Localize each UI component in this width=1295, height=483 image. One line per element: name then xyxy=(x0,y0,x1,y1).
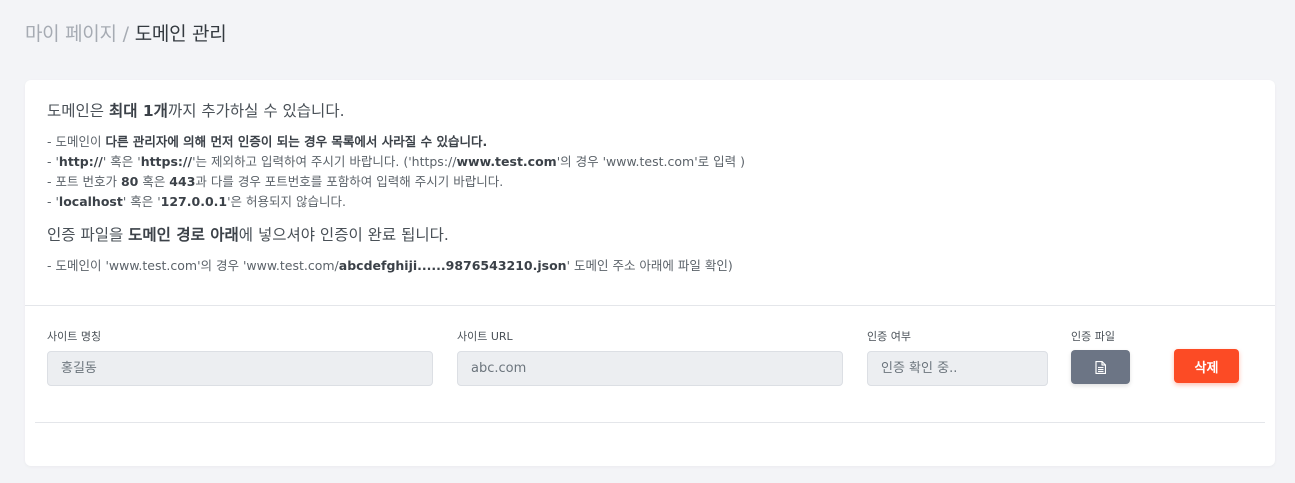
note-text: '는 제외하고 입력하여 주시기 바랍니다. ('https:// xyxy=(192,154,457,169)
note-text: - ' xyxy=(47,154,59,169)
auth-file-button[interactable] xyxy=(1071,350,1130,384)
note-item: - 포트 번호가 80 혹은 443과 다를 경우 포트번호를 포함하여 입력해… xyxy=(47,172,1255,192)
note-text: - 도메인이 'www.test.com'의 경우 'www.test.com/ xyxy=(47,258,339,273)
note-text: 혹은 xyxy=(138,174,170,189)
info-text: 인증 파일을 xyxy=(47,226,129,244)
note-item: - 'localhost' 혹은 '127.0.0.1'은 허용되지 않습니다. xyxy=(47,192,1255,212)
note-bold: 127.0.0.1 xyxy=(160,194,228,209)
info-text: 까지 추가하실 수 있습니다. xyxy=(167,102,345,120)
info-bold: 최대 1개 xyxy=(108,102,168,120)
site-name-field[interactable]: 홍길동 xyxy=(47,351,433,386)
note-text: ' 혹은 ' xyxy=(122,194,161,209)
note-item: - 'http://' 혹은 'https://'는 제외하고 입력하여 주시기… xyxy=(47,152,1255,172)
note-text: 과 다를 경우 포트번호를 포함하여 입력해 주시기 바랍니다. xyxy=(195,174,504,189)
note-text: - 포트 번호가 xyxy=(47,174,121,189)
note-text: '은 허용되지 않습니다. xyxy=(227,194,346,209)
section-divider xyxy=(25,305,1275,306)
breadcrumb-parent[interactable]: 마이 페이지 xyxy=(25,23,117,45)
site-url-field[interactable]: abc.com xyxy=(457,351,843,386)
page-title: 도메인 관리 xyxy=(134,23,227,45)
note-bold: 443 xyxy=(169,174,196,189)
note-bold: localhost xyxy=(58,194,123,209)
notes-list: - 도메인이 다른 관리자에 의해 먼저 인증이 되는 경우 목록에서 사라질 … xyxy=(47,132,1255,212)
note-item: - 도메인이 다른 관리자에 의해 먼저 인증이 되는 경우 목록에서 사라질 … xyxy=(47,132,1255,152)
note-bold: 다른 관리자에 의해 먼저 인증이 되는 경우 목록에서 사라질 수 있습니다. xyxy=(105,134,488,149)
note-text: - 도메인이 xyxy=(47,134,106,149)
info-text: 에 넣으셔야 인증이 완료 됩니다. xyxy=(238,226,449,244)
info-text: 도메인은 xyxy=(47,102,109,120)
auth-status-label: 인증 여부 xyxy=(867,330,911,343)
note-bold: abcdefghiji......9876543210.json xyxy=(338,258,567,273)
domain-card: 도메인은 최대 1개까지 추가하실 수 있습니다. - 도메인이 다른 관리자에… xyxy=(25,80,1275,466)
document-icon xyxy=(1095,360,1106,374)
info-auth-file: 인증 파일을 도메인 경로 아래에 넣으셔야 인증이 완료 됩니다. xyxy=(47,223,1255,247)
note-bold: https:// xyxy=(140,154,193,169)
info-max-domains: 도메인은 최대 1개까지 추가하실 수 있습니다. xyxy=(47,100,1255,122)
delete-button[interactable]: 삭제 xyxy=(1174,349,1239,383)
auth-file-label: 인증 파일 xyxy=(1071,330,1115,343)
note-text: '의 경우 'www.test.com'로 입력 ) xyxy=(556,154,745,169)
auth-status-field[interactable]: 인증 확인 중.. xyxy=(867,351,1048,386)
note-bold: http:// xyxy=(58,154,103,169)
breadcrumb-separator: / xyxy=(122,23,129,45)
note-item: - 도메인이 'www.test.com'의 경우 'www.test.com/… xyxy=(47,256,1255,276)
note-bold: www.test.com xyxy=(456,154,557,169)
info-section: 도메인은 최대 1개까지 추가하실 수 있습니다. - 도메인이 다른 관리자에… xyxy=(47,100,1255,276)
bottom-divider xyxy=(35,422,1265,423)
site-name-label: 사이트 명칭 xyxy=(47,330,102,343)
note-bold: 80 xyxy=(120,174,139,189)
note-text: ' 혹은 ' xyxy=(102,154,141,169)
info-bold: 도메인 경로 아래 xyxy=(128,226,239,244)
site-url-label: 사이트 URL xyxy=(457,330,513,343)
note-text: ' 도메인 주소 아래에 파일 확인) xyxy=(566,258,733,273)
note-text: - ' xyxy=(47,194,59,209)
breadcrumb: 마이 페이지 / 도메인 관리 xyxy=(25,19,227,46)
